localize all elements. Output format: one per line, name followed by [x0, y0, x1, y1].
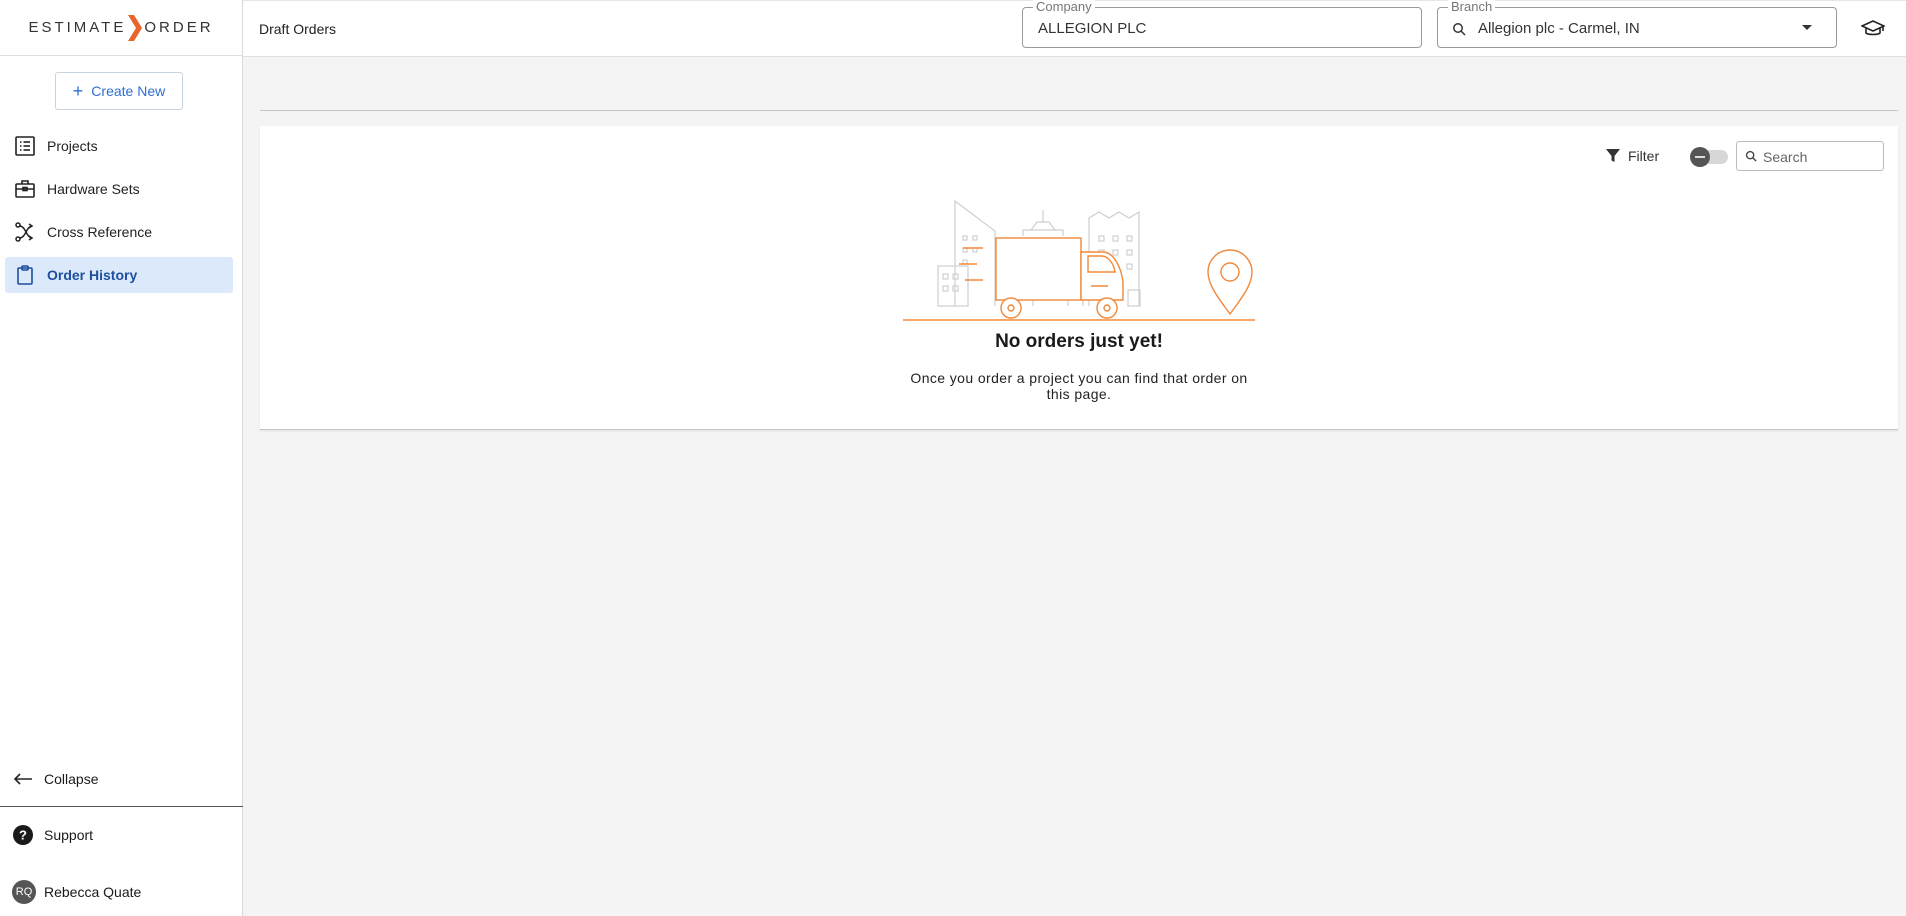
- plus-icon: +: [72, 81, 84, 101]
- arrow-left-icon: [13, 773, 32, 785]
- brand-logo[interactable]: ESTIMATE ORDER: [0, 0, 242, 56]
- sidebar-item-hardware-sets[interactable]: Hardware Sets: [5, 171, 233, 207]
- sidebar: ESTIMATE ORDER + Create New Projects Har…: [0, 0, 243, 916]
- filter-icon: [1606, 149, 1620, 162]
- search-box[interactable]: [1736, 141, 1884, 171]
- toolbar-divider: [260, 110, 1898, 111]
- view-toggle[interactable]: [1690, 147, 1728, 167]
- sidebar-item-label: Projects: [47, 138, 98, 154]
- company-field[interactable]: Company ALLEGION PLC: [1022, 0, 1422, 48]
- company-label: Company: [1033, 0, 1095, 14]
- create-new-button[interactable]: + Create New: [55, 72, 183, 110]
- user-menu[interactable]: RQ Rebecca Quate: [12, 880, 141, 904]
- sidebar-item-label: Order History: [47, 267, 138, 283]
- avatar: RQ: [12, 880, 36, 904]
- filter-label: Filter: [1628, 148, 1660, 164]
- page-title: Draft Orders: [259, 21, 337, 37]
- brand-chevron-icon: [128, 14, 143, 41]
- branch-label: Branch: [1448, 0, 1496, 14]
- user-name: Rebecca Quate: [44, 884, 142, 900]
- list-icon: [13, 134, 37, 158]
- empty-state-title: No orders just yet!: [995, 331, 1163, 352]
- branch-select[interactable]: Branch Allegion plc - Carmel, IN: [1437, 0, 1837, 48]
- sidebar-item-label: Cross Reference: [47, 224, 153, 240]
- search-input[interactable]: [1763, 148, 1875, 166]
- filter-button[interactable]: Filter: [1605, 148, 1659, 164]
- support-label: Support: [44, 827, 94, 843]
- brand-left-text: ESTIMATE: [28, 19, 127, 36]
- search-icon: [1745, 150, 1757, 162]
- company-value: ALLEGION PLC: [1038, 20, 1147, 37]
- branch-value: Allegion plc - Carmel, IN: [1478, 20, 1640, 37]
- briefcase-icon: [13, 177, 37, 201]
- sidebar-item-projects[interactable]: Projects: [5, 128, 233, 164]
- collapse-label: Collapse: [44, 771, 99, 787]
- sidebar-nav: Projects Hardware Sets Cross Reference O…: [5, 128, 233, 300]
- graduation-cap-icon[interactable]: [1860, 17, 1886, 46]
- orders-card: Filter Search No orders just yet! Once y…: [260, 126, 1898, 430]
- delivery-truck-illustration: [903, 199, 1255, 321]
- collapse-button[interactable]: Collapse: [12, 768, 98, 790]
- top-header: Draft Orders Company ALLEGION PLC Branch…: [243, 0, 1906, 57]
- sidebar-item-order-history[interactable]: Order History: [5, 257, 233, 293]
- empty-state-text: Once you order a project you can find th…: [910, 370, 1248, 402]
- chevron-down-icon[interactable]: [1802, 25, 1812, 30]
- clipboard-icon: [13, 263, 37, 287]
- brand-right-text: ORDER: [144, 19, 214, 36]
- create-new-label: Create New: [91, 83, 166, 99]
- svg-text:?: ?: [19, 828, 27, 843]
- search-icon: [1453, 23, 1466, 36]
- help-icon: ?: [13, 825, 33, 845]
- sidebar-item-label: Hardware Sets: [47, 181, 140, 197]
- sidebar-item-cross-reference[interactable]: Cross Reference: [5, 214, 233, 250]
- sidebar-divider: [0, 806, 243, 807]
- cross-reference-icon: [13, 220, 37, 244]
- support-link[interactable]: ? Support: [12, 824, 93, 846]
- toggle-knob: [1690, 147, 1710, 167]
